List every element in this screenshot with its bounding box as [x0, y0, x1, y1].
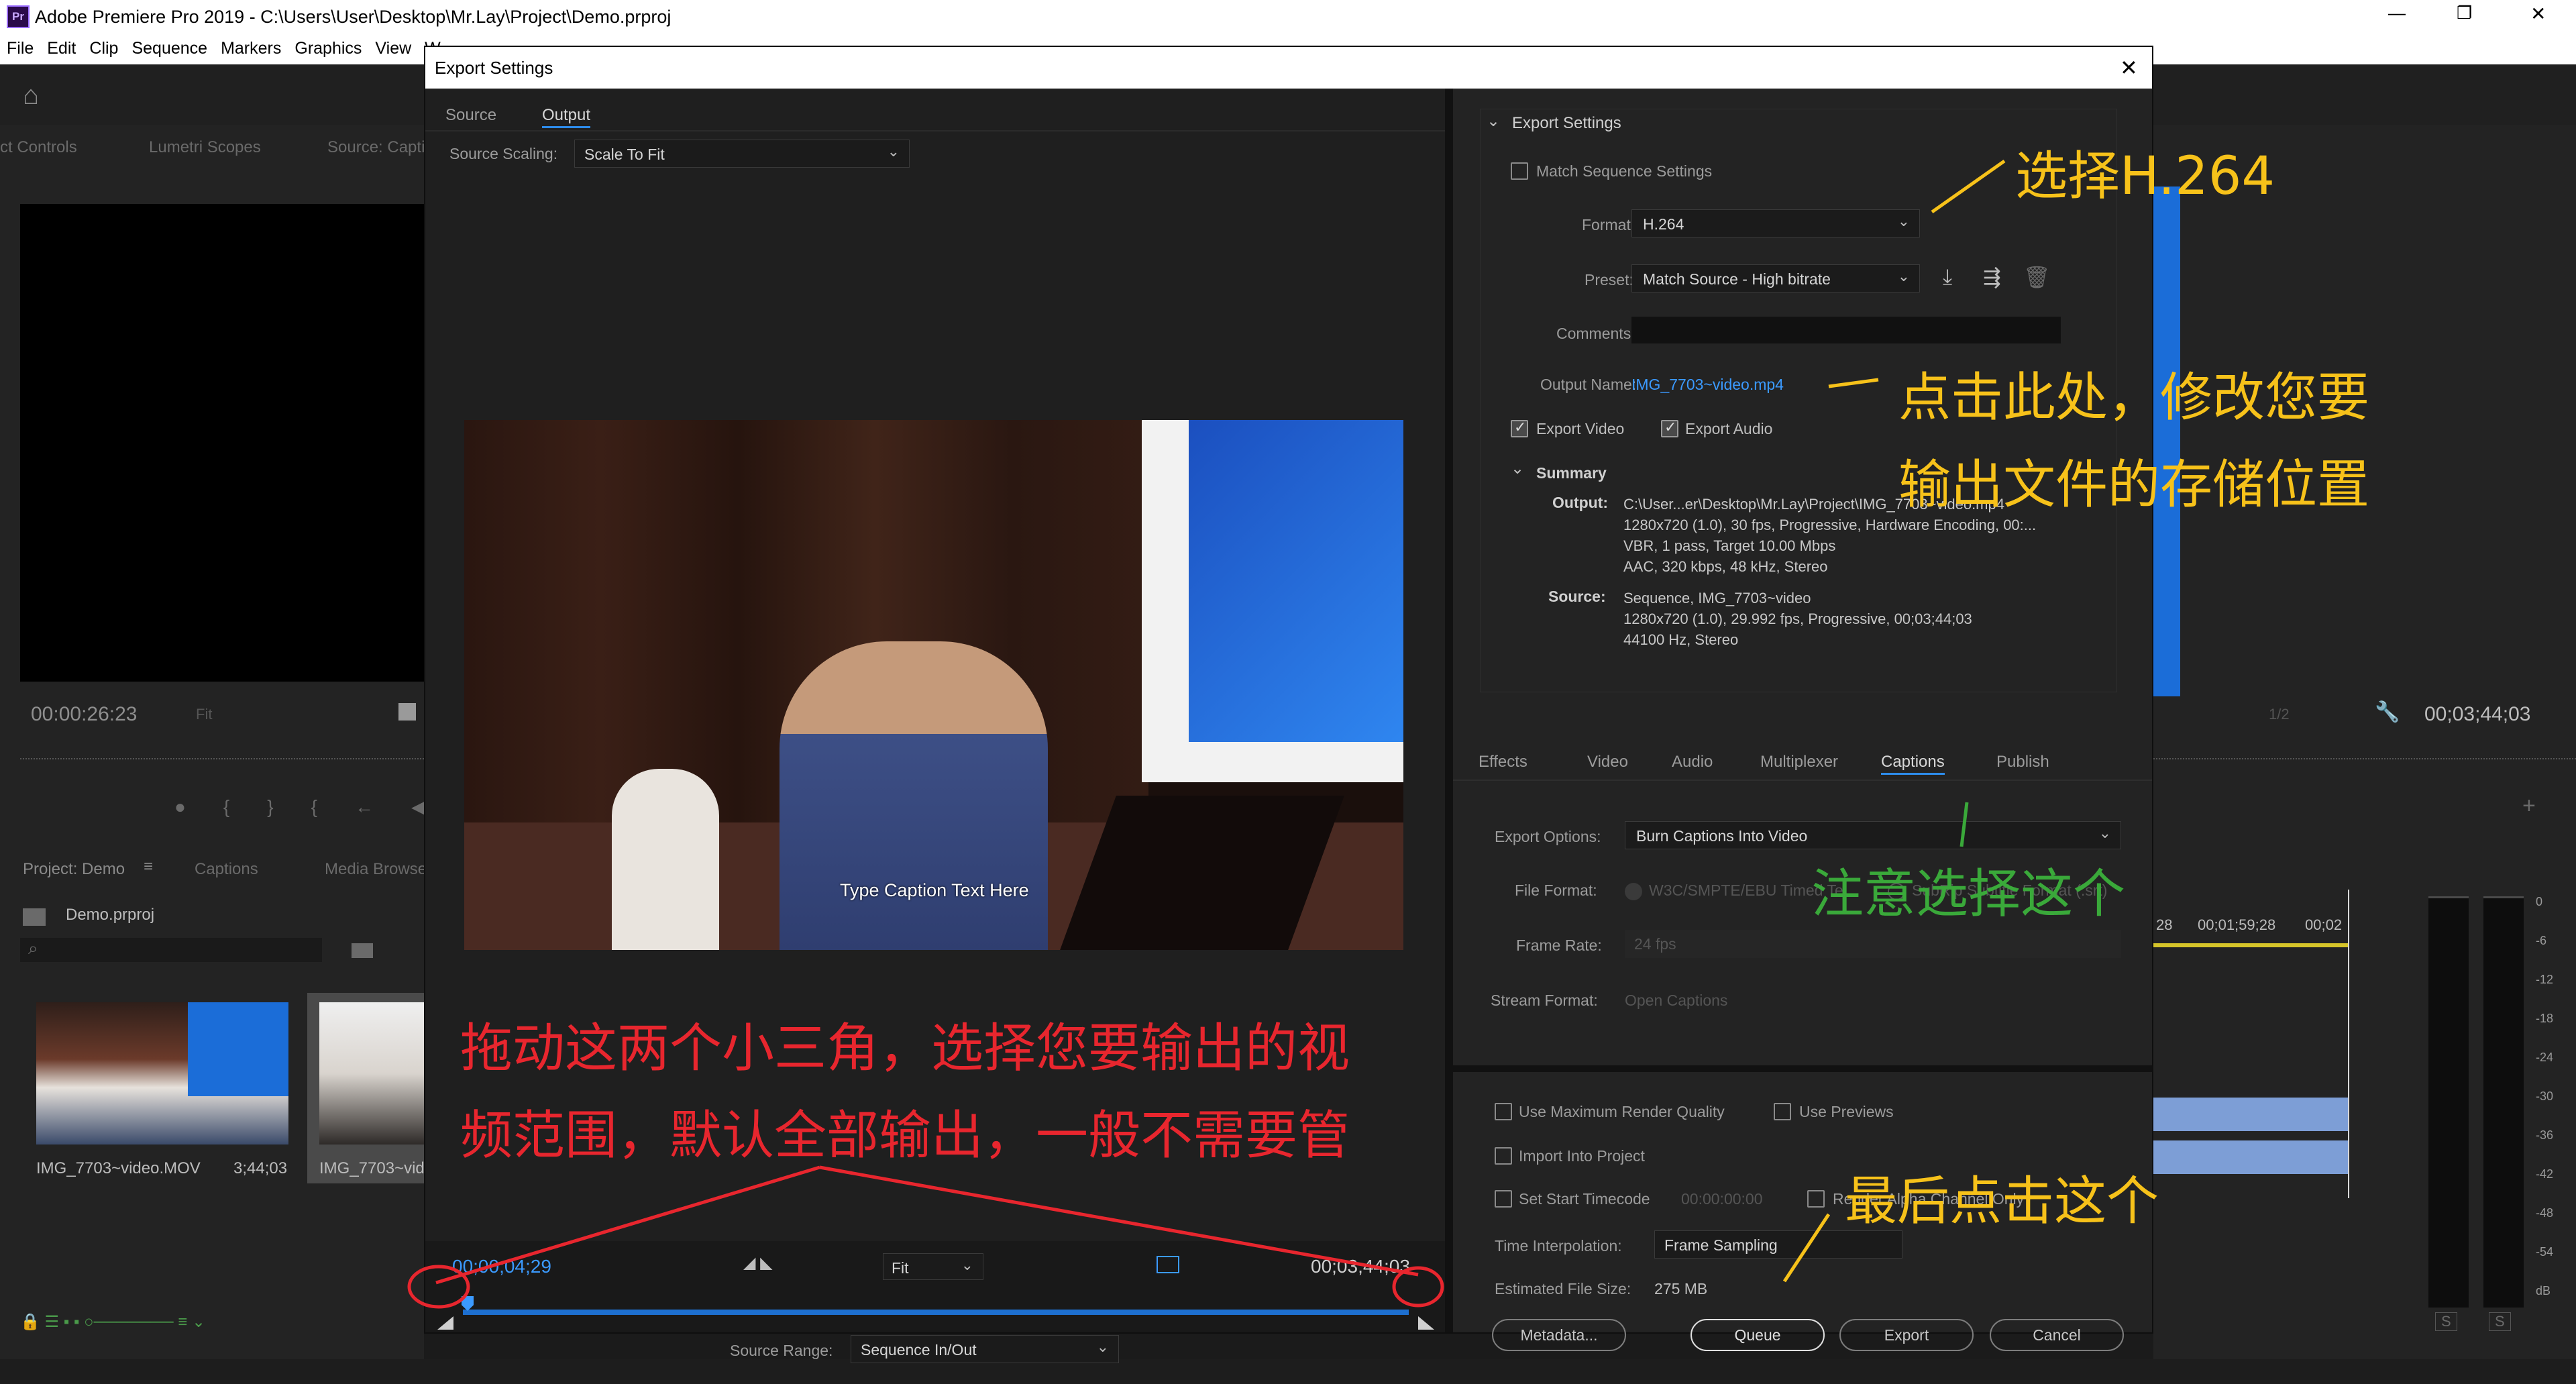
line-to-queue — [1782, 1213, 1831, 1283]
line-to-out-triangle — [819, 1165, 1419, 1277]
annotation-select-h264: 选择H.264 — [2015, 146, 2275, 207]
arrow-to-format — [1931, 159, 2006, 214]
line-to-in-triangle — [435, 1165, 820, 1285]
circle-in-triangle — [407, 1265, 470, 1309]
annotation-click-here-line2: 输出文件的存储位置 — [1898, 455, 2370, 515]
annotation-click-here-line1: 点击此处，修改您要 — [1898, 368, 2370, 428]
line-to-output-name — [1828, 378, 1879, 388]
annotation-finally-click: 最后点击这个 — [1845, 1171, 2159, 1232]
annotation-drag-line2: 频范围，默认全部输出，一般不需要管 — [460, 1106, 1350, 1166]
annotation-drag-line1: 拖动这两个小三角，选择您要输出的视 — [460, 1018, 1350, 1079]
line-to-export-options — [1960, 802, 1969, 847]
annotation-note-select: 注意选择这个 — [1811, 864, 2126, 924]
